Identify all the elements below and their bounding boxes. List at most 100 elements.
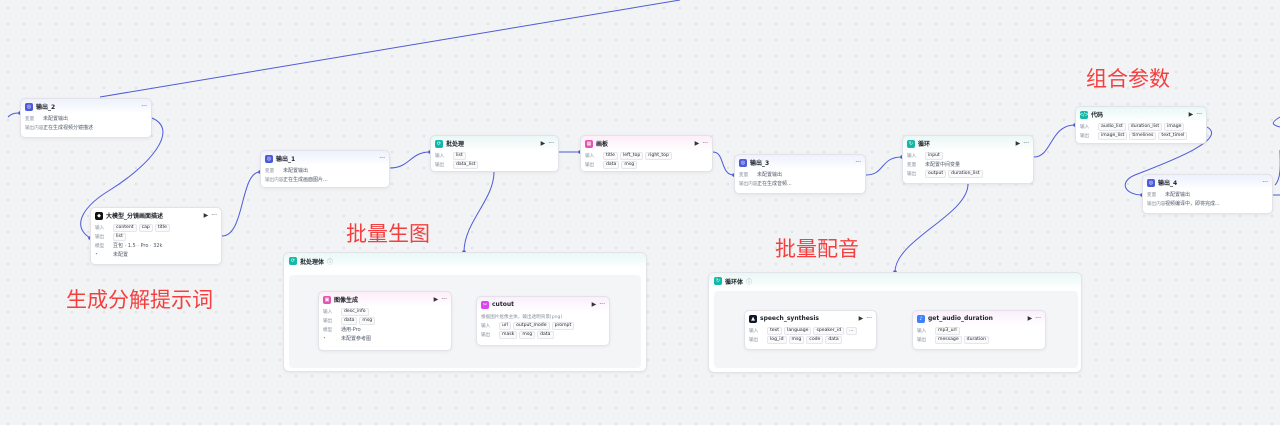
node-image-gen[interactable]: ▣ 图像生成 ▶ ··· 输入 desc_info 输出 data msg 模型 通… [318,291,452,351]
row-value: 正在生成画面图片... [283,177,328,183]
more-icon[interactable]: ··· [855,159,861,166]
more-icon[interactable]: ··· [211,212,217,219]
more-icon[interactable]: ··· [441,296,447,303]
annotation-batch-audio: 批量配音 [775,237,859,261]
batch-icon: ⟳ [289,257,297,265]
run-icon[interactable]: ▶ [204,212,209,219]
param-chip: text [767,326,783,335]
param-chip: language [784,326,812,335]
node-title: 输出_3 [750,160,770,167]
more-icon[interactable]: ··· [141,103,147,110]
row-label: 输入 [435,153,445,159]
more-icon[interactable]: ··· [1023,140,1029,147]
group-title: 批处理体 [300,258,325,266]
code-icon: </> [1078,110,1090,119]
row-value: 未配置输出 [43,116,69,122]
node-loop[interactable]: ↻ 循环 ▶ ··· 输入 input 变量 未配置中间变量 输出 output d… [902,135,1034,184]
node-get-audio-duration[interactable]: ♪ get_audio_duration ▶ ··· 输入 mp3_url 输出… [912,310,1046,350]
node-title: get_audio_duration [928,315,993,322]
param-chip: output [925,169,947,178]
row-label: 模型 [95,243,105,249]
row-value: 视频编译中，即将完成... [1165,201,1220,207]
more-icon[interactable]: ··· [866,315,872,322]
run-icon[interactable]: ▶ [541,140,546,147]
row-label: 输出 [435,162,445,168]
row-label: 输出内容 [1147,201,1166,207]
row-label: 输出 [1080,133,1090,139]
node-cutout[interactable]: ✂ cutout ▶ ··· 根据图片抠像主体，输出透明背景(png) 输入 u… [476,296,610,346]
node-title: 输出_2 [36,104,56,111]
more-icon[interactable]: ··· [1262,179,1268,186]
row-label: 输出 [323,318,333,324]
edge-out1-batch [389,151,431,169]
speech-icon: ▲ [749,314,757,323]
cutout-icon: ✂ [481,300,489,309]
annotation-decompose: 生成分解提示词 [66,288,213,312]
node-title: 代码 [1091,112,1104,119]
param-chip: duration [963,335,989,344]
row-label: 输出 [917,337,927,343]
row-label: 变量 [907,162,917,168]
row-label: 输入 [1080,124,1090,130]
run-icon[interactable]: ▶ [695,140,700,147]
param-chip: message [935,335,962,344]
row-label: 输入 [749,328,759,334]
row-label: 输出 [585,162,595,168]
param-chip: left_top [619,151,644,160]
param-chip: title [154,223,170,232]
more-icon[interactable]: ··· [1196,111,1202,118]
param-chip: image_list [1098,131,1128,140]
row-label: 输入 [585,153,595,159]
more-icon[interactable]: ··· [1035,315,1041,322]
row-label: 输入 [917,328,927,334]
param-chip: url [499,321,512,330]
node-title: 大模型_分镜画面描述 [106,213,164,220]
run-icon[interactable]: ▶ [1016,140,1021,147]
row-label: 输入 [95,225,105,231]
node-canvas[interactable]: ▦ 画板 ▶ ··· 输入 title left_top right_top 输… [580,135,713,172]
run-icon[interactable]: ▶ [592,301,597,308]
node-code[interactable]: </> 代码 ▶ ··· 输入 audio_list duration_list… [1075,106,1207,144]
run-icon[interactable]: ▶ [1189,111,1194,118]
node-title: 输出_1 [276,156,296,163]
row-label: 输入 [323,309,333,315]
run-icon[interactable]: ▶ [859,315,864,322]
edge-loop-body [894,183,969,273]
row-value: 正在生成音频... [757,181,792,187]
param-chip: mp3_url [935,326,960,335]
node-batch[interactable]: ⟳ 批处理 ▶ ··· 输入 list 输出 data_list [430,135,559,172]
node-llm[interactable]: ◆ 大模型_分镜画面描述 ▶ ··· 输入 content cap title … [90,207,222,265]
param-chip: msg [788,335,805,344]
param-chip: duration_list [948,169,983,178]
edge-left-in [7,112,21,118]
more-icon[interactable]: ··· [379,155,385,162]
workflow-canvas[interactable]: ◎ 输出_2 ··· 变量 未配置输出 输出内容 正在生成视频分镜描述 ◆ 大模型_… [0,0,1280,425]
param-chip: data [603,160,620,169]
info-icon: ⓘ [327,258,334,266]
param-chip: audio_list [1098,122,1126,131]
row-label: 输出 [749,337,759,343]
param-chip: text_timel [1158,131,1188,140]
run-icon[interactable]: ▶ [1028,315,1033,322]
annotation-batch-image: 批量生图 [346,222,430,246]
param-chip: msg [621,160,638,169]
row-label: 变量 [1147,192,1157,198]
param-chip: ... [846,326,857,335]
run-icon[interactable]: ▶ [434,296,439,303]
node-speech-synthesis[interactable]: ▲ speech_synthesis ▶ ··· 输入 text languag… [744,310,877,350]
more-icon[interactable]: ··· [548,140,554,147]
node-output-4[interactable]: ◎ 输出_4 ··· 变量 未配置输出 输出内容 视频编译中，即将完成... [1142,174,1273,214]
more-icon[interactable]: ··· [702,140,708,147]
param-chip: code [806,335,824,344]
output-icon: ◎ [265,154,273,163]
row-value: 未配置 [113,252,129,258]
node-output-1[interactable]: ◎ 输出_1 ··· 变量 未配置输出 输出内容 正在生成画面图片... [260,150,390,188]
node-output-2[interactable]: ◎ 输出_2 ··· 变量 未配置输出 输出内容 正在生成视频分镜描述 [20,98,152,138]
param-chip: duration_list [1127,122,1163,131]
model-value: 豆包 · 1.5 · Pro · 32k [113,243,163,249]
param-chip: timelines [1129,131,1157,140]
node-output-3[interactable]: ◎ 输出_3 ··· 变量 未配置输出 输出内容 正在生成音频... [734,154,866,194]
more-icon[interactable]: ··· [599,301,605,308]
output-icon: ◎ [25,102,33,111]
param-chip: desc_info [341,307,369,316]
